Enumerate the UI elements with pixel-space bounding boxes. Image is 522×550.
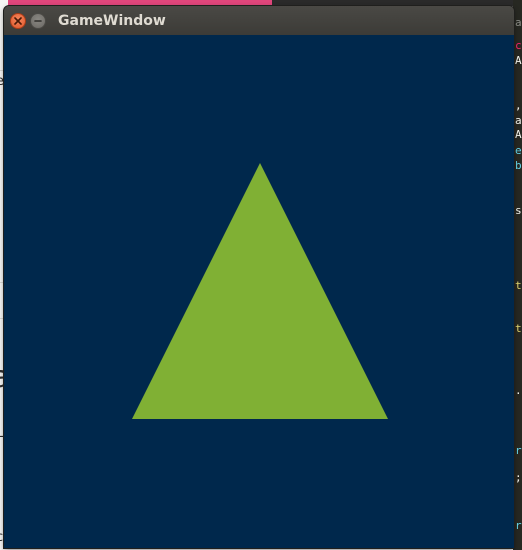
code-fragment: t <box>515 322 522 335</box>
window-title: GameWindow <box>58 13 166 29</box>
background-text: L <box>0 426 3 441</box>
game-window: GameWindow <box>4 6 514 548</box>
title-bar[interactable]: GameWindow <box>4 6 514 35</box>
close-button[interactable] <box>10 13 26 29</box>
background-code-editor: a c A , a A e b s t t . r ; r <box>513 0 522 550</box>
close-icon <box>14 17 22 25</box>
code-fragment: b <box>515 159 522 172</box>
code-fragment: a <box>515 114 522 127</box>
code-fragment: , <box>515 99 522 112</box>
green-triangle <box>132 163 388 419</box>
minimize-button[interactable] <box>30 13 46 29</box>
code-fragment: r <box>515 519 522 532</box>
code-fragment: s <box>515 204 522 217</box>
code-fragment: e <box>515 144 522 157</box>
code-fragment: . <box>515 384 522 397</box>
scene <box>132 163 388 419</box>
background-text: c <box>0 530 3 545</box>
desktop: e a L c a c A , a A e b s t t . r ; r <box>0 0 522 550</box>
code-fragment: r <box>515 444 522 457</box>
code-fragment: c <box>515 39 522 52</box>
code-fragment: A <box>515 54 522 67</box>
code-fragment: A <box>515 128 522 141</box>
minimize-icon <box>34 20 42 22</box>
game-canvas[interactable] <box>4 35 514 548</box>
code-fragment: ; <box>515 471 522 484</box>
code-fragment: a <box>515 16 522 29</box>
code-fragment: t <box>515 279 522 292</box>
